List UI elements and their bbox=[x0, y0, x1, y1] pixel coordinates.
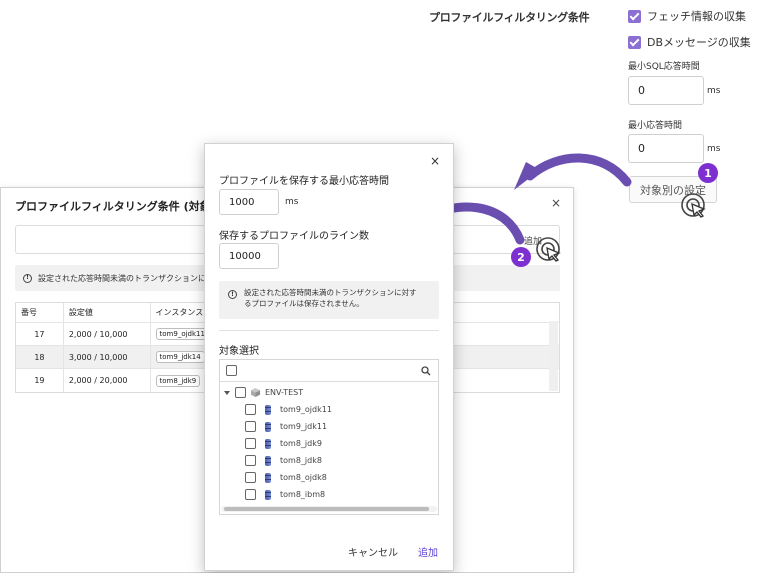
min-sql-time-input[interactable]: 0 bbox=[628, 76, 704, 105]
caret-down-icon[interactable] bbox=[224, 390, 230, 396]
fetch-info-label: フェッチ情報の収集 bbox=[647, 10, 746, 23]
fetch-info-checkbox[interactable]: フェッチ情報の収集 bbox=[628, 8, 746, 24]
column-header-value: 設定値 bbox=[64, 303, 151, 322]
database-icon bbox=[265, 455, 271, 466]
instance-tag: tom8_jdk9 bbox=[155, 374, 201, 387]
checkbox-checked-icon bbox=[628, 9, 641, 23]
table-scrollbar[interactable] bbox=[549, 321, 558, 391]
row-number: 17 bbox=[16, 323, 64, 345]
tree-root-checkbox[interactable] bbox=[235, 387, 246, 398]
tree-root-row[interactable]: ENV-TEST bbox=[224, 387, 303, 398]
instance-tag: tom9_ojdk11 bbox=[155, 328, 209, 340]
tree-item[interactable]: tom9_ojdk11 bbox=[245, 404, 332, 415]
tree-item-label: tom8_ibm8 bbox=[280, 490, 326, 499]
min-response-time-label: 最小応答時間 bbox=[628, 121, 683, 131]
tree-item-checkbox[interactable] bbox=[245, 404, 256, 415]
profile-filter-section-title: プロファイルフィルタリング条件 bbox=[429, 11, 590, 24]
db-message-label: DBメッセージの収集 bbox=[647, 36, 751, 49]
click-cursor-icon bbox=[536, 237, 561, 262]
tree-item-checkbox[interactable] bbox=[245, 489, 256, 500]
tree-item-checkbox[interactable] bbox=[245, 455, 256, 466]
instance-tag: tom9_jdk14 bbox=[155, 351, 205, 363]
step-badge-1: 1 bbox=[698, 163, 718, 183]
tree-item[interactable]: tom8_jdk9 bbox=[245, 438, 322, 449]
modal-close-icon[interactable]: × bbox=[430, 154, 440, 168]
modal-info-line-1: 設定された応答時間未満のトランザクションに対す bbox=[244, 288, 417, 297]
tree-item-label: tom8_jdk9 bbox=[280, 439, 322, 448]
tree-item[interactable]: tom9_jdk11 bbox=[245, 421, 327, 432]
info-icon: ! bbox=[228, 290, 237, 299]
step-badge-2: 2 bbox=[511, 247, 531, 267]
database-icon bbox=[265, 421, 271, 432]
tree-item-label: tom9_jdk11 bbox=[280, 422, 328, 431]
target-select-label: 対象選択 bbox=[219, 346, 259, 357]
modal-info-line-2: るプロファイルは保存されません。 bbox=[244, 298, 364, 308]
modal-info-box: ! 設定された応答時間未満のトランザクションに対す るプロファイルは保存されませ… bbox=[219, 281, 439, 319]
column-header-number: 番号 bbox=[16, 303, 64, 322]
add-button[interactable]: 追加 bbox=[418, 544, 438, 559]
tree-item-label: tom8_ojdk8 bbox=[280, 473, 327, 482]
modal-divider bbox=[219, 330, 439, 331]
save-lines-input[interactable]: 10000 bbox=[219, 243, 279, 269]
tree-item-checkbox[interactable] bbox=[245, 421, 256, 432]
save-lines-label: 保存するプロファイルのライン数 bbox=[219, 231, 369, 242]
tree-scrollbar-thumb[interactable] bbox=[224, 507, 429, 511]
select-all-checkbox[interactable] bbox=[226, 365, 237, 376]
row-number: 19 bbox=[16, 369, 64, 392]
tree-item[interactable]: tom8_jdk8 bbox=[245, 455, 322, 466]
database-icon bbox=[265, 472, 271, 483]
tree-item[interactable]: tom8_ojdk8 bbox=[245, 472, 327, 483]
min-sql-time-unit: ms bbox=[707, 86, 721, 96]
min-response-time-unit: ms bbox=[707, 144, 721, 154]
background-dialog-title: プロファイルフィルタリング条件 (対象別の bbox=[15, 200, 233, 213]
checkbox-checked-icon bbox=[628, 35, 641, 49]
tree-search-bar[interactable] bbox=[220, 360, 438, 382]
search-icon[interactable] bbox=[421, 366, 431, 376]
background-info-text: 設定された応答時間未満のトランザクションに対す bbox=[38, 273, 222, 283]
database-icon bbox=[265, 489, 271, 500]
tree-item-label: tom9_ojdk11 bbox=[280, 405, 332, 414]
tree-root-label: ENV-TEST bbox=[265, 388, 304, 397]
min-save-time-unit: ms bbox=[285, 197, 299, 207]
min-sql-time-label: 最小SQL応答時間 bbox=[628, 62, 700, 72]
cube-icon bbox=[251, 388, 260, 397]
cancel-button[interactable]: キャンセル bbox=[348, 544, 398, 559]
database-icon bbox=[265, 438, 271, 449]
min-save-time-label: プロファイルを保存する最小応答時間 bbox=[219, 176, 389, 187]
tree-item[interactable]: tom8_ibm8 bbox=[245, 489, 325, 500]
tree-item-checkbox[interactable] bbox=[245, 438, 256, 449]
database-icon bbox=[265, 404, 271, 415]
tree-item-label: tom8_jdk8 bbox=[280, 456, 322, 465]
tree-item-checkbox[interactable] bbox=[245, 472, 256, 483]
db-message-checkbox[interactable]: DBメッセージの収集 bbox=[628, 34, 751, 50]
row-value: 2,000 / 20,000 bbox=[64, 369, 151, 392]
row-value: 3,000 / 10,000 bbox=[64, 346, 151, 368]
info-icon: ! bbox=[23, 273, 32, 283]
min-save-time-input[interactable]: 1000 bbox=[219, 189, 279, 215]
row-number: 18 bbox=[16, 346, 64, 368]
click-cursor-icon bbox=[681, 193, 706, 218]
row-value: 2,000 / 10,000 bbox=[64, 323, 151, 345]
